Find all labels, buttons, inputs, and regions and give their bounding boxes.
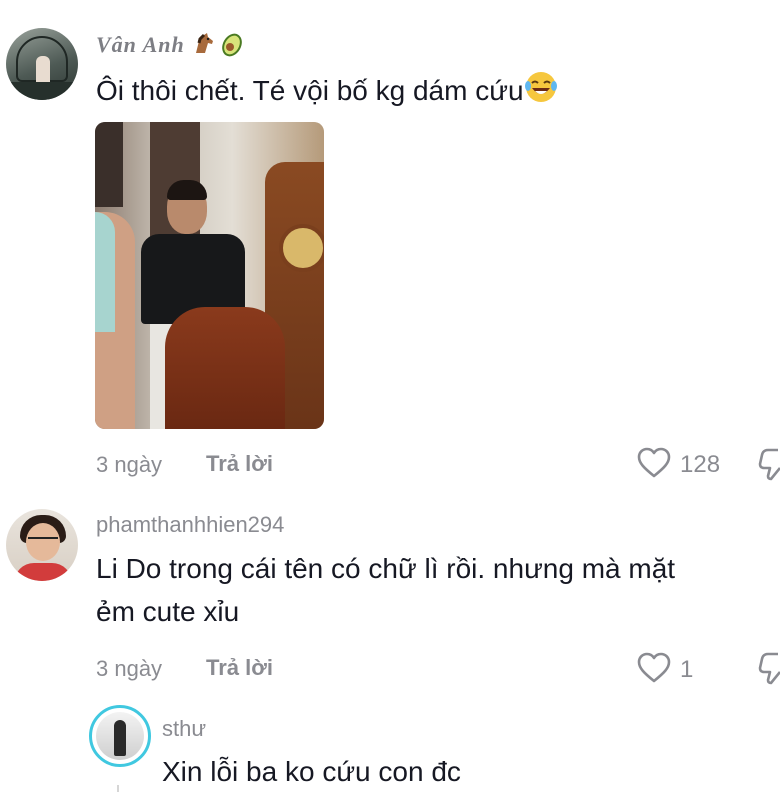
photo-picture-frame [95, 122, 123, 207]
horse-emoji [191, 31, 217, 63]
comment-text-content: Ôi thôi chết. Té vội bố kg dám cứu [96, 74, 524, 106]
comment-photo[interactable] [95, 122, 324, 429]
reply-button[interactable]: Trả lời [206, 655, 273, 681]
thumbs-down-icon[interactable] [758, 650, 780, 691]
reply-avatar[interactable] [89, 705, 151, 767]
comment-username[interactable]: Vân Anh [96, 30, 245, 64]
avatar[interactable] [6, 509, 78, 581]
reply-username[interactable]: sthư [162, 716, 206, 742]
avatar-glasses [28, 537, 58, 545]
avatar-floor [6, 82, 78, 100]
comment-time: 3 ngày [96, 452, 163, 477]
comment-text-line-2: ẻm cute xỉu [96, 596, 240, 627]
photo-sleeve [95, 212, 115, 332]
comment-username[interactable]: phamthanhhien294 [96, 512, 284, 538]
like-count: 128 [680, 451, 721, 478]
reply-text: Xin lỗi ba ko cứu con đc [162, 756, 461, 787]
heart-outline-icon[interactable] [637, 652, 671, 689]
avatar-body [14, 563, 72, 581]
comment-text: Ôi thôi chết. Té vội bố kg dám cứu [96, 70, 558, 115]
photo-clock-face [279, 224, 324, 272]
avocado-emoji [217, 30, 245, 64]
photo-chair [165, 307, 285, 429]
like-count: 1 [680, 656, 694, 683]
avatar-figure [114, 720, 126, 756]
thumbs-down-icon[interactable] [758, 446, 780, 487]
comment-time: 3 ngày [96, 656, 163, 681]
avatar-image [96, 712, 144, 760]
reply-thread-line [117, 785, 119, 792]
laughing-tears-emoji [524, 70, 558, 115]
reply-button[interactable]: Trả lời [206, 451, 273, 477]
comment-text-line-1: Li Do trong cái tên có chữ lì rồi. nhưng… [96, 553, 676, 584]
avatar[interactable] [6, 28, 78, 100]
photo-hair [167, 180, 207, 200]
heart-outline-icon[interactable] [637, 447, 671, 484]
username-text: Vân Anh [96, 32, 185, 58]
